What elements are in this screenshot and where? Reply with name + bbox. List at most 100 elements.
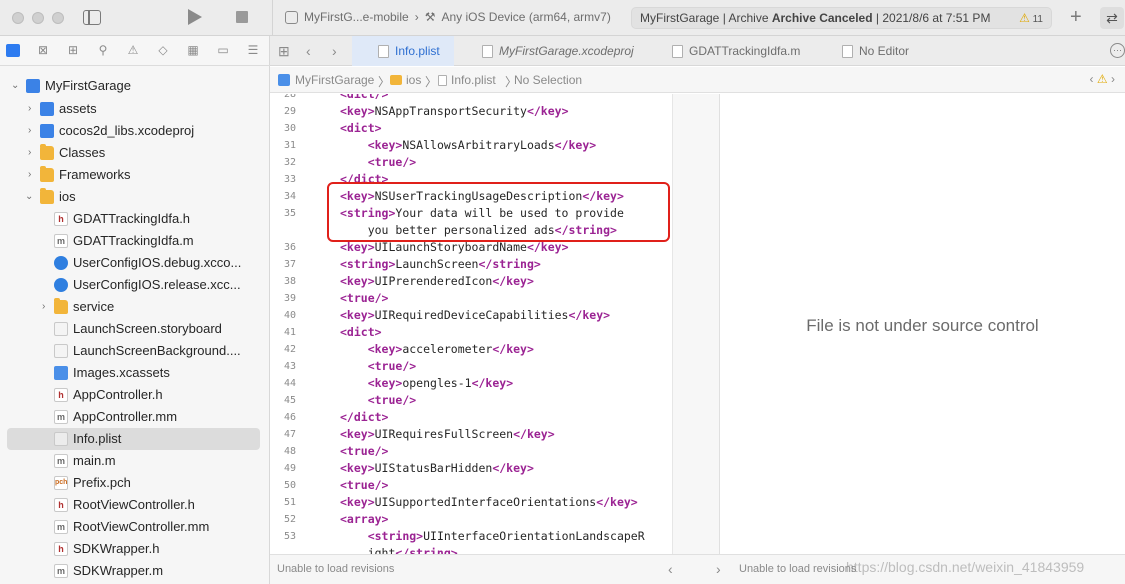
source-editor[interactable]: 28 29 30 31 32 33 34 35 36 37 38 39 40 41 42 43 44 45 46 47… bbox=[270, 94, 672, 554]
symbol-icon[interactable]: ⊞ bbox=[66, 44, 80, 57]
forward-icon[interactable]: › bbox=[716, 561, 721, 577]
tree-item-cocos2d-libs[interactable]: › cocos2d_libs.xcodeproj bbox=[0, 120, 270, 142]
scheme-selector[interactable]: MyFirstG...e-mobile › ⚒ Any iOS Device (… bbox=[285, 10, 611, 24]
tree-item-userconfig-release[interactable]: UserConfigIOS.release.xcc... bbox=[0, 274, 270, 296]
tree-item-label: RootViewController.h bbox=[73, 497, 195, 512]
chevron-down-icon[interactable]: ⌄ bbox=[11, 75, 19, 97]
tree-item-info-plist[interactable]: Info.plist bbox=[7, 428, 260, 450]
tree-item-gdattrackingidfa-m[interactable]: m GDATTrackingIdfa.m bbox=[0, 230, 270, 252]
tree-item-rootviewcontroller-mm[interactable]: m RootViewController.mm bbox=[0, 516, 270, 538]
code-line[interactable]: <true/> bbox=[340, 358, 416, 375]
forward-icon[interactable]: › bbox=[332, 43, 337, 59]
code-line[interactable]: <key>UISupportedInterfaceOrientations</k… bbox=[340, 494, 638, 511]
stop-button[interactable] bbox=[236, 11, 248, 23]
zoom-window-button[interactable] bbox=[52, 12, 64, 24]
report-icon[interactable]: ☰ bbox=[246, 44, 260, 57]
debug-icon[interactable]: ▦ bbox=[186, 44, 200, 57]
tree-item-sdkwrapper-h[interactable]: h SDKWrapper.h bbox=[0, 538, 270, 560]
tree-item-gdattrackingidfa-h[interactable]: h GDATTrackingIdfa.h bbox=[0, 208, 270, 230]
issue-icon[interactable]: ⚠ bbox=[126, 44, 140, 57]
chevron-right-icon[interactable]: › bbox=[28, 120, 31, 142]
tree-item-rootviewcontroller-h[interactable]: h RootViewController.h bbox=[0, 494, 270, 516]
search-icon[interactable]: ⚲ bbox=[96, 44, 110, 57]
breadcrumb-folder[interactable]: ios bbox=[390, 73, 421, 87]
tab-xcodeproj[interactable]: MyFirstGarage.xcodeproj bbox=[482, 36, 634, 66]
breadcrumb-project[interactable]: MyFirstGarage bbox=[278, 73, 374, 87]
minimap[interactable] bbox=[672, 94, 720, 554]
breadcrumb-selection[interactable]: No Selection bbox=[514, 73, 582, 87]
swap-icon[interactable]: ⇄ bbox=[1100, 7, 1124, 29]
chevron-right-icon[interactable]: › bbox=[42, 296, 45, 318]
destination-device-label[interactable]: Any iOS Device (arm64, armv7) bbox=[441, 10, 610, 24]
folder-icon[interactable] bbox=[6, 44, 20, 57]
header-file-icon: h bbox=[54, 498, 68, 512]
code-line[interactable]: <dict> bbox=[340, 324, 382, 341]
line-number: 47 bbox=[283, 429, 296, 440]
tree-item-service[interactable]: › service bbox=[0, 296, 270, 318]
more-icon[interactable]: ··· bbox=[1110, 43, 1125, 58]
code-line[interactable]: <key>UIRequiredDeviceCapabilities</key> bbox=[340, 307, 610, 324]
tree-item-sdkwrapper-m[interactable]: m SDKWrapper.m bbox=[0, 560, 270, 582]
code-line[interactable]: <dict/> bbox=[340, 94, 388, 103]
code-line[interactable]: <array> bbox=[340, 511, 388, 528]
chevron-right-icon[interactable]: › bbox=[28, 98, 31, 120]
code-line[interactable]: </dict> bbox=[340, 409, 388, 426]
tree-item-prefix-pch[interactable]: pch Prefix.pch bbox=[0, 472, 270, 494]
xml-text: opengles-1 bbox=[402, 376, 472, 390]
sidebar-toggle-icon[interactable] bbox=[83, 10, 101, 25]
tree-item-userconfig-debug[interactable]: UserConfigIOS.debug.xcco... bbox=[0, 252, 270, 274]
test-icon[interactable]: ◇ bbox=[156, 44, 170, 57]
tree-item-label: Prefix.pch bbox=[73, 475, 131, 490]
code-line[interactable]: <key>UIPrerenderedIcon</key> bbox=[340, 273, 534, 290]
add-button[interactable]: + bbox=[1070, 6, 1082, 29]
code-line[interactable]: <key>NSAppTransportSecurity</key> bbox=[340, 103, 569, 120]
tree-item-images-xcassets[interactable]: Images.xcassets bbox=[0, 362, 270, 384]
tab-info-plist[interactable]: Info.plist bbox=[352, 36, 454, 66]
tree-item-assets[interactable]: › assets bbox=[0, 98, 270, 120]
tree-item-appcontroller-mm[interactable]: m AppController.mm bbox=[0, 406, 270, 428]
back-icon[interactable]: ‹ bbox=[306, 43, 311, 59]
tree-item-ios[interactable]: ⌄ ios bbox=[0, 186, 270, 208]
code-line[interactable]: ight</string> bbox=[340, 545, 458, 554]
scheme-target-label[interactable]: MyFirstG...e-mobile bbox=[304, 10, 409, 24]
tree-item-launchscreen-background[interactable]: LaunchScreenBackground.... bbox=[0, 340, 270, 362]
tab-no-editor[interactable]: No Editor bbox=[842, 36, 909, 66]
xml-tag: <true/> bbox=[367, 155, 417, 169]
code-line[interactable]: <key>NSAllowsArbitraryLoads</key> bbox=[340, 137, 597, 154]
issue-navigation[interactable]: ‹ ⚠ › bbox=[1090, 72, 1115, 86]
code-line[interactable]: <string>UIInterfaceOrientationLandscapeR bbox=[340, 528, 645, 545]
tree-item-classes[interactable]: › Classes bbox=[0, 142, 270, 164]
chevron-right-icon[interactable]: › bbox=[28, 142, 31, 164]
tree-item-myfirstgarage[interactable]: ⌄ MyFirstGarage bbox=[0, 75, 270, 97]
minimize-window-button[interactable] bbox=[32, 12, 44, 24]
code-line[interactable]: <true/> bbox=[340, 392, 416, 409]
close-window-button[interactable] bbox=[12, 12, 24, 24]
grid-icon[interactable]: ⊞ bbox=[278, 43, 290, 60]
code-line[interactable]: <true/> bbox=[340, 154, 416, 171]
code-line[interactable]: <string>LaunchScreen</string> bbox=[340, 256, 541, 273]
chevron-right-icon[interactable]: › bbox=[28, 164, 31, 186]
back-icon[interactable]: ‹ bbox=[668, 561, 673, 577]
pch-file-icon: pch bbox=[54, 476, 68, 490]
code-line[interactable]: <key>UIRequiresFullScreen</key> bbox=[340, 426, 555, 443]
source-control-icon[interactable]: ⊠ bbox=[36, 44, 50, 57]
run-button[interactable] bbox=[188, 9, 202, 25]
code-line[interactable]: <dict> bbox=[340, 120, 382, 137]
tree-item-main-m[interactable]: m main.m bbox=[0, 450, 270, 472]
breakpoint-icon[interactable]: ▭ bbox=[216, 44, 230, 57]
breadcrumb-file[interactable]: Info.plist bbox=[438, 73, 496, 87]
xml-text: NSAppTransportSecurity bbox=[374, 104, 527, 118]
tab-gdattrackingidfa-m[interactable]: GDATTrackingIdfa.m bbox=[672, 36, 800, 66]
code-line[interactable]: <true/> bbox=[340, 443, 388, 460]
tree-item-label: GDATTrackingIdfa.m bbox=[73, 233, 194, 248]
code-line[interactable]: <key>accelerometer</key> bbox=[340, 341, 534, 358]
code-line[interactable]: <key>opengles-1</key> bbox=[340, 375, 513, 392]
code-line[interactable]: <true/> bbox=[340, 477, 388, 494]
chevron-down-icon[interactable]: ⌄ bbox=[25, 186, 33, 208]
code-line[interactable]: <key>UIStatusBarHidden</key> bbox=[340, 460, 534, 477]
tree-item-launchscreen-storyboard[interactable]: LaunchScreen.storyboard bbox=[0, 318, 270, 340]
tree-item-frameworks[interactable]: › Frameworks bbox=[0, 164, 270, 186]
warning-badge[interactable]: ⚠ 11 bbox=[1019, 11, 1043, 25]
code-line[interactable]: <true/> bbox=[340, 290, 388, 307]
tree-item-appcontroller-h[interactable]: h AppController.h bbox=[0, 384, 270, 406]
